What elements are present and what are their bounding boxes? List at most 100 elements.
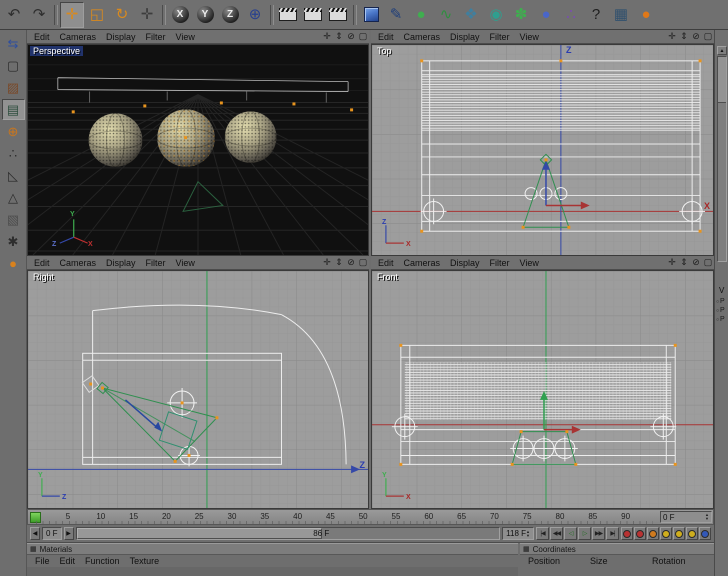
play-button[interactable]: ▷ <box>578 527 591 540</box>
points-mode-icon[interactable]: ∴ <box>2 143 25 164</box>
materials-menu-item[interactable]: Function <box>80 556 125 566</box>
add-primitive-cube-icon[interactable] <box>359 2 383 28</box>
animation-dot-icon[interactable]: ○ <box>716 299 719 305</box>
viewport-right[interactable]: EditCamerasDisplayFilterView ✛⇕⊘▢ <box>27 256 369 509</box>
current-frame-slider[interactable] <box>30 512 41 523</box>
render-picture-viewer-icon[interactable] <box>301 2 325 28</box>
model-mode-icon[interactable]: ▢ <box>2 55 25 76</box>
workplane-mode-icon[interactable]: ▤ <box>1 99 25 120</box>
viewport-front[interactable]: EditCamerasDisplayFilterView ✛⇕⊘▢ <box>371 256 714 509</box>
end-frame-field[interactable]: 118 F ▲ ▼ <box>502 527 534 540</box>
pan-view-icon[interactable]: ✛ <box>666 31 678 42</box>
pan-view-icon[interactable]: ✛ <box>321 257 333 268</box>
range-right-arrow[interactable]: ▶ <box>63 527 74 540</box>
spinner-down-icon[interactable]: ▼ <box>705 517 709 521</box>
add-particles-icon[interactable]: ∴ <box>559 2 583 28</box>
add-environment-icon[interactable]: ● <box>534 2 558 28</box>
rotate-view-icon[interactable]: ⊘ <box>345 257 357 268</box>
coordinate-system-icon[interactable]: ⊕ <box>243 2 267 28</box>
start-frame-field[interactable]: 0 F <box>42 527 62 540</box>
previous-frame-button[interactable]: ◁ <box>564 527 577 540</box>
zoom-view-icon[interactable]: ⇕ <box>678 257 690 268</box>
record-position-button[interactable] <box>647 527 659 540</box>
current-frame-field[interactable]: 0 F ▲ ▼ <box>660 511 712 523</box>
toggle-view-icon[interactable]: ▢ <box>702 257 714 268</box>
range-left-arrow[interactable]: ◀ <box>30 527 40 540</box>
previous-key-button[interactable]: ◀◀ <box>550 527 563 540</box>
animation-dot-icon[interactable]: ○ <box>716 308 719 314</box>
materials-menu-item[interactable]: File <box>30 556 55 566</box>
autokey-button[interactable] <box>634 527 646 540</box>
timeline-ruler[interactable]: 5 10 15 20 25 30 35 40 45 50 55 60 65 70 75 80 85 90 0 F … <box>27 509 714 525</box>
toolbar-separator[interactable] <box>351 2 358 28</box>
spinner-down-icon[interactable]: ▼ <box>526 533 530 538</box>
zoom-view-icon[interactable]: ⇕ <box>678 31 690 42</box>
viewport-menu-item[interactable]: Display <box>101 258 141 268</box>
rotate-view-icon[interactable]: ⊘ <box>690 257 702 268</box>
viewport-menu-item[interactable]: Edit <box>373 258 399 268</box>
perspective-canvas[interactable]: Perspective Y X Z <box>27 44 369 256</box>
end-frame-spinner[interactable]: ▲ ▼ <box>526 529 530 538</box>
viewport-menu-item[interactable]: Filter <box>485 258 515 268</box>
toggle-view-icon[interactable]: ▢ <box>357 257 369 268</box>
viewport-menu-item[interactable]: View <box>515 258 544 268</box>
viewport-menu-item[interactable]: Filter <box>485 32 515 42</box>
snap-settings-icon[interactable]: ✱ <box>2 231 25 252</box>
pan-view-icon[interactable]: ✛ <box>666 257 678 268</box>
rotate-view-icon[interactable]: ⊘ <box>345 31 357 42</box>
side-scrollbar-handle[interactable] <box>718 57 726 103</box>
undo-icon[interactable]: ↶ <box>2 2 26 28</box>
add-array-icon[interactable]: ❖ <box>459 2 483 28</box>
edges-mode-icon[interactable]: ◺ <box>2 165 25 186</box>
animation-dot-icon[interactable]: ○ <box>716 317 719 323</box>
lock-x-axis-icon[interactable]: X <box>168 2 192 28</box>
scale-tool-icon[interactable]: ◱ <box>85 2 109 28</box>
attribute-row[interactable]: ○ P <box>716 307 725 314</box>
viewport-menu-item[interactable]: View <box>515 32 544 42</box>
scroll-up-icon[interactable]: ▲ <box>717 46 727 55</box>
viewport-menu-item[interactable]: Filter <box>141 258 171 268</box>
pan-view-icon[interactable]: ✛ <box>321 31 333 42</box>
attribute-row[interactable]: ○ P <box>716 298 725 305</box>
viewport-menu-item[interactable]: View <box>171 258 200 268</box>
material-ball-icon[interactable]: ● <box>634 2 658 28</box>
front-canvas[interactable]: Front Y X <box>371 270 714 509</box>
move-tool-icon[interactable]: ✛ <box>60 1 84 28</box>
add-instance-icon[interactable]: ◉ <box>484 2 508 28</box>
top-canvas[interactable]: Top Z X Z X <box>371 44 714 256</box>
viewport-menu-item[interactable]: Display <box>445 32 485 42</box>
add-metaball-icon[interactable]: ✽ <box>509 2 533 28</box>
last-tool-icon[interactable]: ✛ <box>135 2 159 28</box>
texture-axis-mode-icon[interactable]: ▧ <box>2 209 25 230</box>
goto-end-button[interactable]: ▶| <box>606 527 619 540</box>
make-editable-icon[interactable]: ⇆ <box>2 33 25 54</box>
viewport-menu-item[interactable]: Cameras <box>399 32 446 42</box>
layout-icon[interactable]: ▦ <box>609 2 633 28</box>
viewport-perspective[interactable]: EditCamerasDisplayFilterView ✛⇕⊘▢ <box>27 30 369 256</box>
add-nurbs-icon[interactable]: ∿ <box>434 2 458 28</box>
add-spline-icon[interactable]: ✎ <box>384 2 408 28</box>
rotate-view-icon[interactable]: ⊘ <box>690 31 702 42</box>
toggle-view-icon[interactable]: ▢ <box>702 31 714 42</box>
toolbar-separator[interactable] <box>268 2 275 28</box>
right-canvas[interactable]: Right Z Y Z <box>27 270 369 509</box>
record-scale-button[interactable] <box>660 527 672 540</box>
attribute-row[interactable]: ○ P <box>716 316 725 323</box>
object-axis-mode-icon[interactable]: ⊕ <box>2 121 25 142</box>
materials-list-area[interactable] <box>27 567 518 576</box>
next-frame-button[interactable]: ▶▶ <box>592 527 605 540</box>
materials-menu-item[interactable]: Edit <box>55 556 81 566</box>
coordinate-manager-icon[interactable]: ● <box>2 253 25 274</box>
viewport-menu-item[interactable]: Cameras <box>399 258 446 268</box>
materials-menu-item[interactable]: Texture <box>125 556 165 566</box>
render-settings-icon[interactable] <box>326 2 350 28</box>
coordinates-panel-header[interactable]: ▦ Coordinates <box>520 544 714 555</box>
render-view-icon[interactable] <box>276 2 300 28</box>
add-hypernurbs-icon[interactable]: ● <box>409 2 433 28</box>
viewport-menu-item[interactable]: Edit <box>29 32 55 42</box>
side-scrollbar[interactable] <box>717 56 727 262</box>
viewport-menu-item[interactable]: Display <box>101 32 141 42</box>
scrollbar-handle[interactable] <box>76 528 322 539</box>
viewport-menu-item[interactable]: View <box>171 32 200 42</box>
frame-spinner[interactable]: ▲ ▼ <box>705 513 709 521</box>
